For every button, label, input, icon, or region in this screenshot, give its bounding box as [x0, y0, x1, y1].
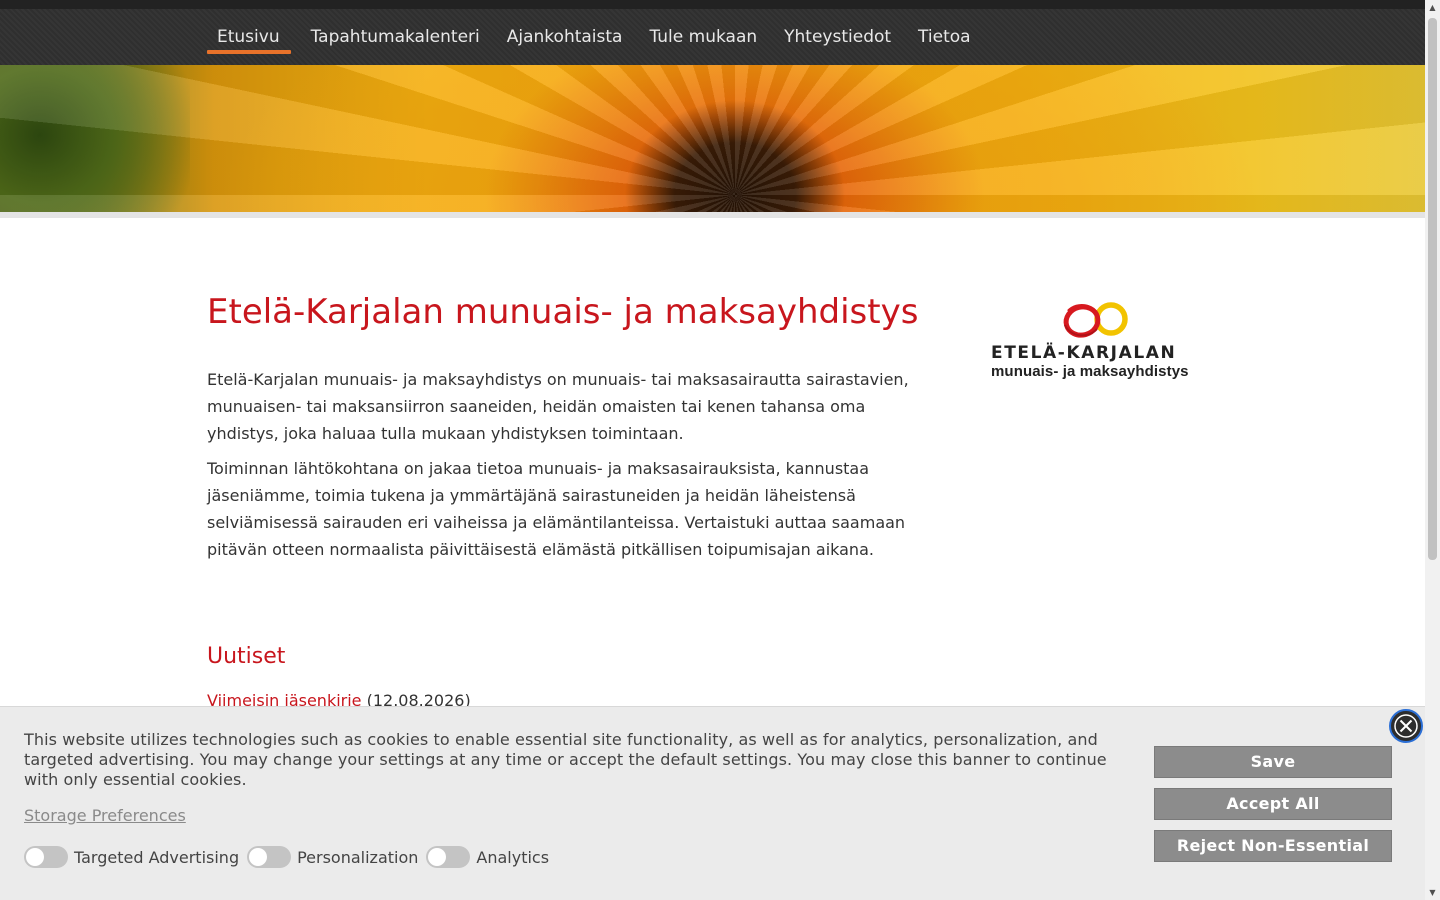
page-scrollbar[interactable]: ▲ ▼	[1425, 0, 1440, 900]
toggle-targeted-advertising[interactable]: Targeted Advertising	[24, 846, 239, 868]
cookie-banner-text: This website utilizes technologies such …	[24, 730, 1107, 789]
hero-petal-texture	[0, 65, 1425, 212]
logo-text-line2: munuais- ja maksayhdistys	[991, 363, 1189, 380]
targeted-advertising-label: Targeted Advertising	[74, 847, 240, 867]
hero-divider	[0, 212, 1425, 218]
intro-paragraph: Etelä-Karjalan munuais- ja maksayhdistys…	[207, 370, 909, 443]
save-button[interactable]: Save	[1154, 746, 1392, 778]
close-x-glyph	[1394, 714, 1418, 738]
switch-knob	[26, 848, 44, 866]
personalization-switch[interactable]	[247, 846, 292, 868]
hero-flower-image	[0, 65, 1425, 212]
toggle-personalization[interactable]: Personalization	[247, 846, 418, 868]
toggle-analytics[interactable]: Analytics	[426, 846, 549, 868]
association-logo: ETELÄ-KARJALAN munuais- ja maksayhdistys	[990, 297, 1200, 385]
cookie-toggles: Targeted Advertising Personalization Ana…	[24, 845, 557, 869]
nav-item-tapahtumakalenteri[interactable]: Tapahtumakalenteri	[297, 9, 493, 65]
top-strip	[0, 0, 1425, 9]
nav-item-yhteystiedot[interactable]: Yhteystiedot	[770, 9, 904, 65]
scroll-up-arrow-icon[interactable]: ▲	[1425, 0, 1440, 15]
nav-items: Etusivu Tapahtumakalenteri Ajankohtaista…	[207, 9, 984, 65]
close-icon[interactable]	[1389, 709, 1423, 743]
nav-item-ajankohtaista[interactable]: Ajankohtaista	[493, 9, 636, 65]
page-title: Etelä-Karjalan munuais- ja maksayhdistys	[207, 292, 919, 332]
analytics-switch[interactable]	[426, 846, 471, 868]
scroll-down-arrow-icon[interactable]: ▼	[1425, 885, 1440, 900]
personalization-label: Personalization	[297, 847, 419, 867]
nav-item-tule-mukaan[interactable]: Tule mukaan	[635, 9, 770, 65]
cookie-banner: This website utilizes technologies such …	[0, 706, 1425, 900]
main-navigation: Etusivu Tapahtumakalenteri Ajankohtaista…	[0, 9, 1425, 65]
mission-paragraph: Toiminnan lähtökohtana on jakaa tietoa m…	[207, 459, 906, 559]
logo-text-line1: ETELÄ-KARJALAN	[991, 343, 1177, 363]
reject-non-essential-button[interactable]: Reject Non-Essential	[1154, 830, 1392, 862]
nav-item-etusivu[interactable]: Etusivu	[207, 9, 291, 65]
analytics-label: Analytics	[476, 847, 550, 867]
scroll-thumb[interactable]	[1428, 18, 1437, 560]
targeted-advertising-switch[interactable]	[24, 846, 68, 868]
accept-all-button[interactable]: Accept All	[1154, 788, 1392, 820]
news-heading: Uutiset	[207, 644, 286, 669]
logo-rings-icon	[1063, 302, 1128, 338]
switch-knob	[428, 848, 447, 866]
switch-knob	[249, 848, 268, 866]
storage-preferences-link[interactable]: Storage Preferences	[24, 806, 186, 825]
nav-item-tietoa[interactable]: Tietoa	[904, 9, 984, 65]
